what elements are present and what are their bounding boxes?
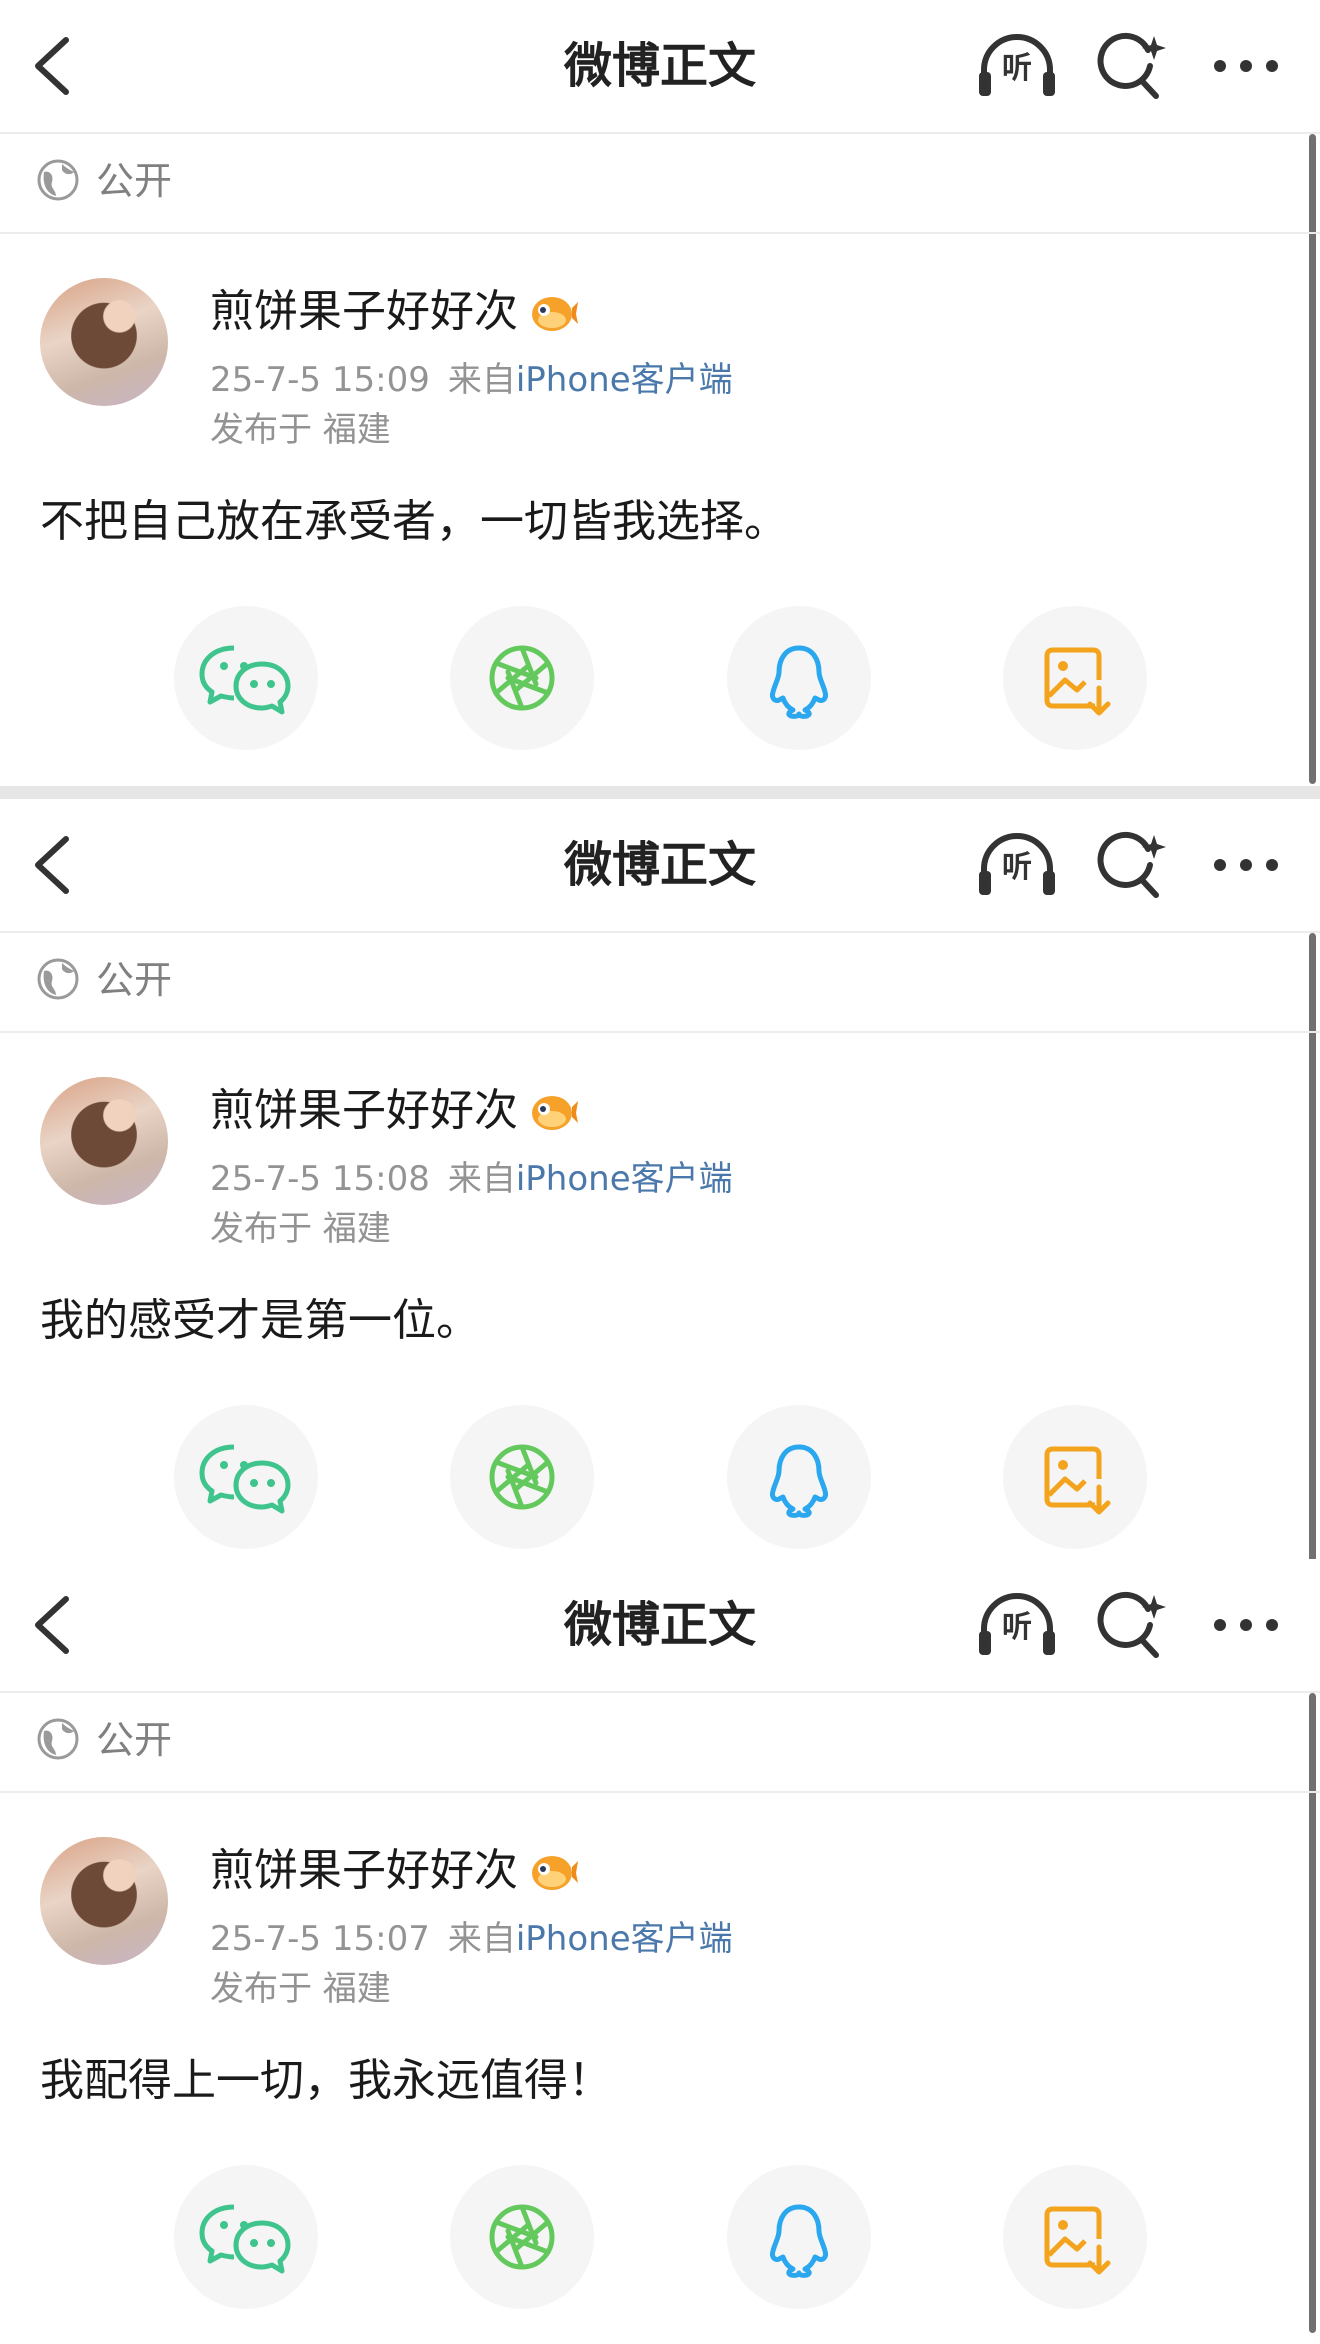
post-text: 不把自己放在承受者，一切皆我选择。: [40, 496, 788, 547]
chevron-left-icon: [35, 1596, 69, 1654]
pufferfish-badge-icon: [532, 1856, 578, 1890]
visibility-bar: 公开: [0, 1693, 1320, 1793]
visibility-label: 公开: [96, 159, 173, 203]
author-name[interactable]: 煎饼果子好好次: [210, 1841, 518, 1901]
globe-icon: [37, 159, 79, 201]
visibility-label: 公开: [96, 958, 173, 1002]
source-prefix: 来自: [447, 1159, 516, 1199]
moments-icon: [489, 2204, 555, 2270]
nav-bar: 微博正文 听: [0, 1559, 1320, 1693]
post-screenshot-2: 微博正文 听 公开 煎饼果子好好次 25-7-5 15:08 来自iPhone客户…: [0, 799, 1320, 1574]
more-button[interactable]: [1210, 847, 1282, 883]
page-title: 微博正文: [563, 1597, 756, 1653]
visibility-bar: 公开: [0, 134, 1320, 234]
share-moments-button[interactable]: [450, 606, 594, 750]
visibility-label: 公开: [96, 1718, 173, 1762]
more-button[interactable]: [1210, 48, 1282, 84]
globe-icon: [37, 958, 79, 1000]
author-name[interactable]: 煎饼果子好好次: [210, 282, 518, 342]
chevron-left-icon: [35, 37, 69, 95]
source-prefix: 来自: [447, 360, 516, 400]
more-button[interactable]: [1210, 1607, 1282, 1643]
search-button[interactable]: [1096, 831, 1166, 901]
back-button[interactable]: [28, 1589, 76, 1661]
post-location: 发布于 福建: [210, 1969, 391, 2009]
share-save-image-button[interactable]: [1003, 1405, 1147, 1549]
page-title: 微博正文: [563, 38, 756, 94]
post-meta: 25-7-5 15:07 来自iPhone客户端: [210, 1915, 733, 1963]
visibility-bar: 公开: [0, 933, 1320, 1033]
listen-button[interactable]: 听: [976, 28, 1058, 100]
post-meta: 25-7-5 15:08 来自iPhone客户端: [210, 1155, 733, 1203]
share-qq-button[interactable]: [727, 1405, 871, 1549]
moments-icon: [489, 645, 555, 711]
back-button[interactable]: [28, 30, 76, 102]
post-text: 我的感受才是第一位。: [40, 1295, 480, 1346]
listen-label: 听: [1002, 51, 1032, 86]
search-sparkle-icon: [1097, 32, 1166, 99]
qq-icon: [770, 1444, 828, 1518]
author-name[interactable]: 煎饼果子好好次: [210, 1081, 518, 1141]
post-time: 25-7-5 15:07: [210, 1919, 430, 1959]
more-dots-icon: [1214, 60, 1278, 72]
source-link[interactable]: iPhone客户端: [516, 1919, 733, 1959]
chevron-left-icon: [35, 836, 69, 894]
page-title: 微博正文: [563, 837, 756, 893]
source-prefix: 来自: [447, 1919, 516, 1959]
qq-icon: [770, 645, 828, 719]
search-sparkle-icon: [1097, 831, 1166, 898]
qq-icon: [770, 2204, 828, 2278]
pufferfish-badge-icon: [532, 1096, 578, 1130]
avatar[interactable]: [40, 278, 168, 406]
search-button[interactable]: [1096, 1591, 1166, 1661]
avatar[interactable]: [40, 1077, 168, 1205]
wechat-icon: [199, 645, 291, 715]
share-qq-button[interactable]: [727, 606, 871, 750]
search-button[interactable]: [1096, 32, 1166, 102]
post-meta: 25-7-5 15:09 来自iPhone客户端: [210, 356, 733, 404]
moments-icon: [489, 1444, 555, 1510]
search-sparkle-icon: [1097, 1591, 1166, 1658]
share-moments-button[interactable]: [450, 1405, 594, 1549]
pufferfish-badge-icon: [532, 297, 578, 331]
share-wechat-button[interactable]: [174, 1405, 318, 1549]
share-wechat-button[interactable]: [174, 2165, 318, 2309]
post-text: 我配得上一切，我永远值得！: [40, 2055, 612, 2106]
save-image-icon: [1044, 647, 1111, 716]
more-dots-icon: [1214, 1619, 1278, 1631]
save-image-icon: [1044, 2206, 1111, 2275]
source-link[interactable]: iPhone客户端: [516, 1159, 733, 1199]
back-button[interactable]: [28, 829, 76, 901]
post-time: 25-7-5 15:08: [210, 1159, 430, 1199]
listen-button[interactable]: 听: [976, 827, 1058, 899]
post-location: 发布于 福建: [210, 410, 391, 450]
post-screenshot-3: 微博正文 听 公开 煎饼果子好好次 25-7-5 15:07 来自iPhone客户…: [0, 1559, 1320, 2344]
share-save-image-button[interactable]: [1003, 606, 1147, 750]
globe-icon: [37, 1718, 79, 1760]
share-qq-button[interactable]: [727, 2165, 871, 2309]
listen-button[interactable]: 听: [976, 1587, 1058, 1659]
post-location: 发布于 福建: [210, 1209, 391, 1249]
more-dots-icon: [1214, 859, 1278, 871]
avatar[interactable]: [40, 1837, 168, 1965]
listen-label: 听: [1002, 1610, 1032, 1645]
source-link[interactable]: iPhone客户端: [516, 360, 733, 400]
save-image-icon: [1044, 1446, 1111, 1515]
wechat-icon: [199, 2204, 291, 2274]
listen-label: 听: [1002, 850, 1032, 885]
share-wechat-button[interactable]: [174, 606, 318, 750]
nav-bar: 微博正文 听: [0, 799, 1320, 933]
post-time: 25-7-5 15:09: [210, 360, 430, 400]
nav-bar: 微博正文 听: [0, 0, 1320, 134]
wechat-icon: [199, 1444, 291, 1514]
share-save-image-button[interactable]: [1003, 2165, 1147, 2309]
post-screenshot-1: 微博正文 听 公开 煎饼果子好好次 25-7-5 15:09 来自iPhone客户…: [0, 0, 1320, 786]
share-moments-button[interactable]: [450, 2165, 594, 2309]
